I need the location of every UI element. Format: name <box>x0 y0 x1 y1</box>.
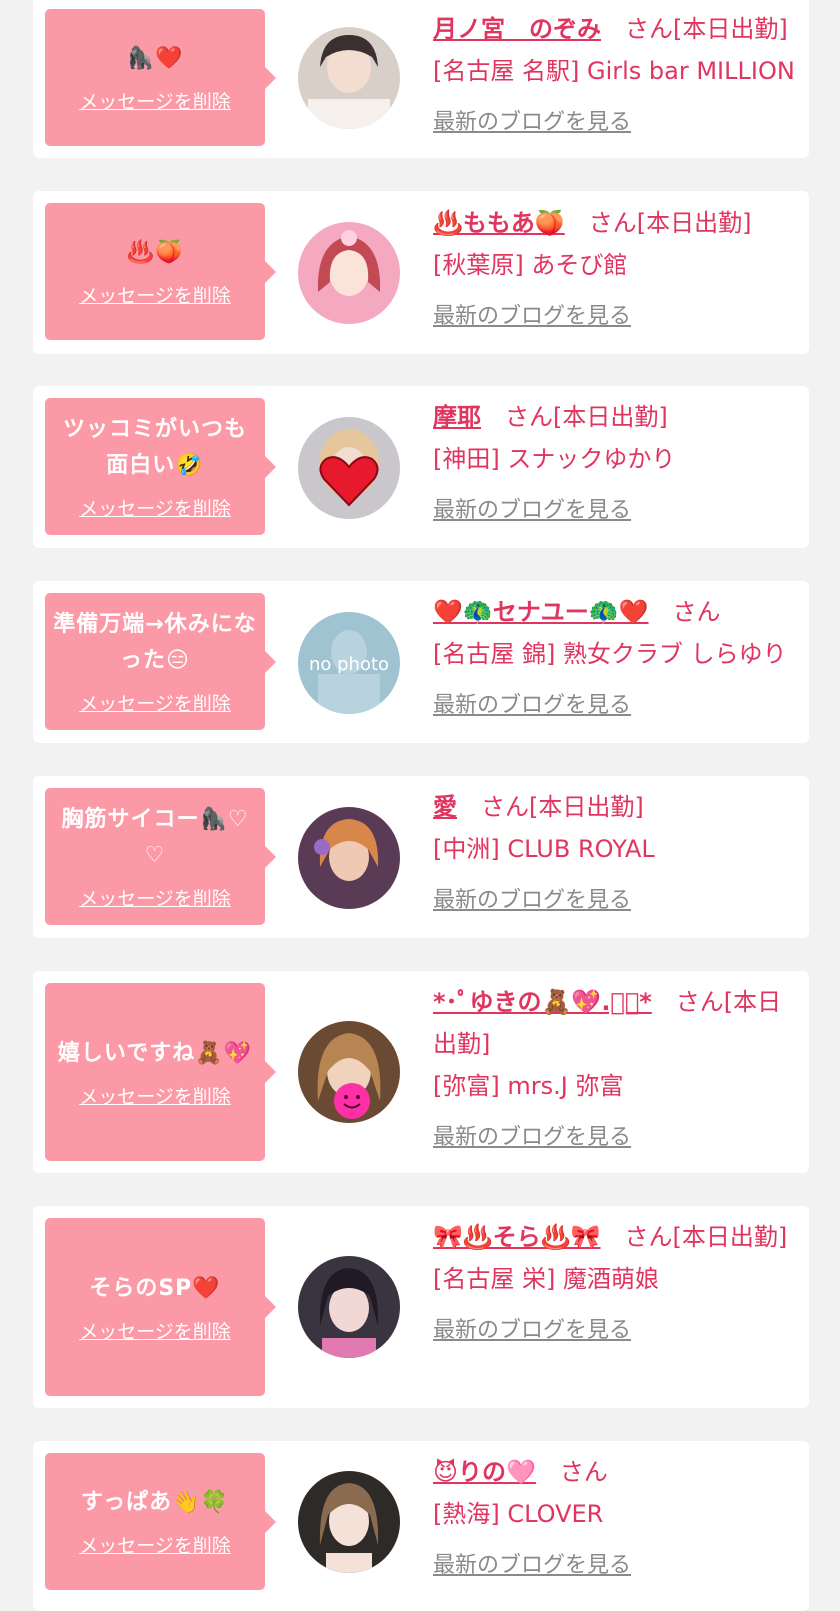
delete-message-button[interactable]: メッセージを削除 <box>79 281 231 308</box>
status-text: さん <box>559 1458 608 1486</box>
cast-info: 😈りの🩷 さん [熱海] CLOVER 最新のブログを見る <box>433 1451 799 1579</box>
status-text: さん[本日出勤] <box>624 1223 788 1251</box>
shop-name: [名古屋 栄] 魔酒萌娘 <box>433 1265 659 1293</box>
avatar[interactable] <box>298 807 400 909</box>
message-bubble: すっぱあ👋🍀 メッセージを削除 <box>45 1453 276 1590</box>
message-text: 🦍❤️ <box>126 46 184 71</box>
status-text: さん[本日出勤] <box>588 209 752 237</box>
no-photo-text: no photo <box>309 654 389 675</box>
cast-info: 🎀♨️そら♨️🎀 さん[本日出勤] [名古屋 栄] 魔酒萌娘 最新のブログを見る <box>433 1216 799 1344</box>
message-card: 準備万端→休みになった😑 メッセージを削除 no photo ❤️🦚セナユー🦚❤… <box>33 581 809 743</box>
message-card: ♨️🍑 メッセージを削除 ♨️ももあ🍑 さん[本日出勤] [秋葉原] あそび館 最… <box>33 191 809 354</box>
shop-name: [名古屋 名駅] Girls bar MILLION <box>433 57 795 85</box>
message-card: 🦍❤️ メッセージを削除 月ノ宮 のぞみ さん[本日出勤] [名古屋 名駅] Gi… <box>33 0 809 158</box>
message-bubble: 準備万端→休みになった😑 メッセージを削除 <box>45 593 276 730</box>
cast-name-link[interactable]: 月ノ宮 のぞみ <box>433 15 601 43</box>
message-text: ツッコミがいつも面白い🤣 <box>62 417 247 478</box>
message-text: すっぱあ👋🍀 <box>81 1490 229 1515</box>
cast-info: 摩耶 さん[本日出勤] [神田] スナックゆかり 最新のブログを見る <box>433 396 799 524</box>
cast-name-link[interactable]: 😈りの🩷 <box>433 1458 536 1486</box>
message-text: そらのSP❤️ <box>89 1275 221 1301</box>
avatar[interactable] <box>298 1256 400 1358</box>
message-bubble: ♨️🍑 メッセージを削除 <box>45 203 276 340</box>
name-line: ❤️🦚セナユー🦚❤️ さん <box>433 591 799 633</box>
delete-message-button[interactable]: メッセージを削除 <box>79 689 231 716</box>
cast-name-link[interactable]: *･ﾟゆきの🧸💖.ﾟ･* <box>433 988 652 1016</box>
cast-name-link[interactable]: 愛 <box>433 793 457 821</box>
cast-info: 月ノ宮 のぞみ さん[本日出勤] [名古屋 名駅] Girls bar MILLI… <box>433 8 799 136</box>
avatar[interactable] <box>298 222 400 324</box>
latest-blog-link[interactable]: 最新のブログを見る <box>433 1547 631 1579</box>
latest-blog-link[interactable]: 最新のブログを見る <box>433 882 631 914</box>
status-text: さん[本日出勤] <box>481 793 644 821</box>
name-line: 月ノ宮 のぞみ さん[本日出勤] <box>433 8 799 50</box>
latest-blog-link[interactable]: 最新のブログを見る <box>433 492 631 524</box>
latest-blog-link[interactable]: 最新のブログを見る <box>433 687 631 719</box>
latest-blog-link[interactable]: 最新のブログを見る <box>433 298 631 330</box>
message-text: 嬉しいですね🧸💖 <box>57 1040 253 1066</box>
shop-name: [熱海] CLOVER <box>433 1500 604 1528</box>
status-text: さん[本日出勤] <box>505 403 668 431</box>
latest-blog-link[interactable]: 最新のブログを見る <box>433 1119 631 1151</box>
name-line: 😈りの🩷 さん <box>433 1451 799 1493</box>
delete-message-button[interactable]: メッセージを削除 <box>79 1531 231 1558</box>
shop-name: [中洲] CLUB ROYAL <box>433 835 655 863</box>
cast-name-link[interactable]: ♨️ももあ🍑 <box>433 209 565 237</box>
name-line: 摩耶 さん[本日出勤] <box>433 396 799 438</box>
shop-name: [秋葉原] あそび館 <box>433 251 628 279</box>
message-text: ♨️🍑 <box>126 240 184 265</box>
avatar[interactable] <box>298 1471 400 1573</box>
message-card: 嬉しいですね🧸💖 メッセージを削除 *･ﾟゆきの🧸💖.ﾟ･* さん[本日出勤] [… <box>33 971 809 1173</box>
message-text: 準備万端→休みになった😑 <box>53 612 257 673</box>
name-line: 🎀♨️そら♨️🎀 さん[本日出勤] <box>433 1216 799 1258</box>
message-list: 🦍❤️ メッセージを削除 月ノ宮 のぞみ さん[本日出勤] [名古屋 名駅] Gi… <box>0 0 840 1611</box>
latest-blog-link[interactable]: 最新のブログを見る <box>433 1312 631 1344</box>
message-card: そらのSP❤️ メッセージを削除 🎀♨️そら♨️🎀 さん[本日出勤] [名古屋 栄… <box>33 1206 809 1408</box>
cast-info: 愛さん[本日出勤] [中洲] CLUB ROYAL 最新のブログを見る <box>433 786 799 914</box>
name-line: ♨️ももあ🍑 さん[本日出勤] <box>433 202 799 244</box>
message-bubble: 嬉しいですね🧸💖 メッセージを削除 <box>45 983 276 1161</box>
avatar[interactable] <box>298 417 400 519</box>
status-text: さん <box>672 598 721 626</box>
message-card: すっぱあ👋🍀 メッセージを削除 😈りの🩷 さん [熱海] CLOVER 最新のブロ… <box>33 1441 809 1611</box>
message-bubble: ツッコミがいつも面白い🤣 メッセージを削除 <box>45 398 276 535</box>
cast-info: ❤️🦚セナユー🦚❤️ さん [名古屋 錦] 熟女クラブ しらゆり 最新のブログを見… <box>433 591 799 719</box>
message-bubble: 🦍❤️ メッセージを削除 <box>45 9 276 146</box>
status-text: さん[本日出勤] <box>625 15 788 43</box>
cast-name-link[interactable]: 摩耶 <box>433 403 481 431</box>
cast-name-link[interactable]: ❤️🦚セナユー🦚❤️ <box>433 598 649 626</box>
shop-name: [名古屋 錦] 熟女クラブ しらゆり <box>433 640 787 668</box>
delete-message-button[interactable]: メッセージを削除 <box>79 494 231 521</box>
avatar[interactable]: no photo <box>298 612 400 714</box>
cast-info: ♨️ももあ🍑 さん[本日出勤] [秋葉原] あそび館 最新のブログを見る <box>433 202 799 330</box>
avatar[interactable] <box>298 27 400 129</box>
delete-message-button[interactable]: メッセージを削除 <box>79 884 231 911</box>
message-bubble: そらのSP❤️ メッセージを削除 <box>45 1218 276 1396</box>
cast-info: *･ﾟゆきの🧸💖.ﾟ･* さん[本日出勤] [弥富] mrs.J 弥富 最新のブロ… <box>433 981 799 1151</box>
shop-name: [弥富] mrs.J 弥富 <box>433 1072 624 1100</box>
message-card: 胸筋サイコー🦍♡♡ メッセージを削除 愛さん[本日出勤] [中洲] CLUB R… <box>33 776 809 938</box>
delete-message-button[interactable]: メッセージを削除 <box>79 1317 231 1344</box>
name-line: *･ﾟゆきの🧸💖.ﾟ･* さん[本日出勤] <box>433 981 799 1065</box>
message-card: ツッコミがいつも面白い🤣 メッセージを削除 摩耶 さん[本日出勤] [神田] スナ… <box>33 386 809 548</box>
name-line: 愛さん[本日出勤] <box>433 786 799 828</box>
cast-name-link[interactable]: 🎀♨️そら♨️🎀 <box>433 1223 601 1251</box>
delete-message-button[interactable]: メッセージを削除 <box>79 1082 231 1109</box>
avatar[interactable] <box>298 1021 400 1123</box>
message-text: 胸筋サイコー🦍♡♡ <box>61 807 249 868</box>
shop-name: [神田] スナックゆかり <box>433 445 676 473</box>
latest-blog-link[interactable]: 最新のブログを見る <box>433 104 631 136</box>
delete-message-button[interactable]: メッセージを削除 <box>79 87 231 114</box>
message-bubble: 胸筋サイコー🦍♡♡ メッセージを削除 <box>45 788 276 925</box>
